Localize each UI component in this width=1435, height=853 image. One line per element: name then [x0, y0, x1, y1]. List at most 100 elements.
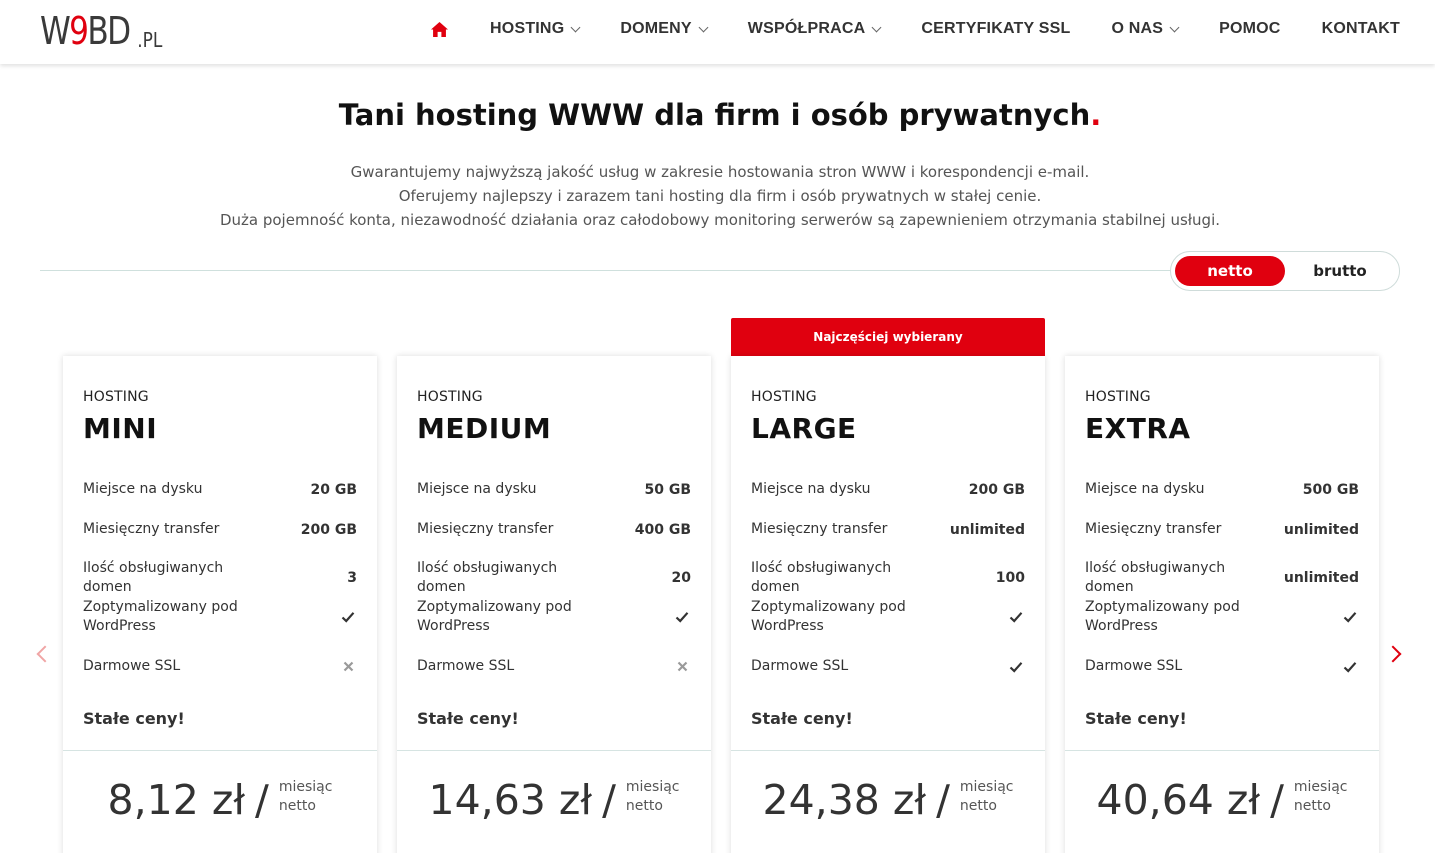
spec-label: Darmowe SSL — [83, 658, 181, 674]
spec-label: Miesięczny transfer — [751, 521, 888, 537]
carousel-next-button[interactable] — [1384, 645, 1403, 663]
feature-mark — [343, 661, 357, 672]
spec-wordpress: Zoptymalizowany pod WordPress — [83, 598, 357, 636]
spec-value: 200 GB — [968, 481, 1025, 498]
nav-certyfikaty-ssl[interactable]: CERTYFIKATY SSL — [921, 20, 1070, 38]
fixed-prices-label: Stałe ceny! — [417, 709, 519, 728]
spec-wordpress: Zoptymalizowany pod WordPress — [751, 598, 1025, 636]
spec-label: Darmowe SSL — [751, 658, 849, 674]
spec-ssl: Darmowe SSL — [83, 657, 357, 676]
plan-name: EXTRA — [1085, 412, 1191, 445]
spec-wordpress: Zoptymalizowany pod WordPress — [1085, 598, 1359, 636]
spec-label: Darmowe SSL — [1085, 658, 1183, 674]
description-line: Oferujemy najlepszy i zarazem tani hosti… — [398, 187, 1042, 205]
fixed-prices-label: Stałe ceny! — [83, 709, 185, 728]
plan-price: 14,63 zł / miesiąc netto — [397, 776, 711, 824]
chevron-down-icon — [871, 22, 882, 32]
spec-label: Miesięczny transfer — [83, 521, 220, 537]
spec-label: Ilość obsługiwanych domen — [751, 560, 892, 595]
fixed-prices-label: Stałe ceny! — [1085, 709, 1187, 728]
nav-kontakt[interactable]: KONTAKT — [1322, 20, 1400, 38]
feature-mark — [341, 610, 357, 624]
feature-mark — [677, 661, 691, 672]
spec-label: Miesięczny transfer — [1085, 521, 1222, 537]
plan-card-mini: HOSTING MINI Miejsce na dysku 20 GB Miesi… — [63, 356, 377, 853]
chevron-down-icon — [1169, 22, 1180, 32]
site-header: W9BD .PL HOSTING DOMENY WSPÓŁPRACA CERTY… — [0, 0, 1435, 64]
spec-domains: Ilość obsługiwanych domen unlimited — [1085, 559, 1359, 597]
card-divider — [397, 750, 711, 751]
price-period: miesiąc netto — [625, 779, 680, 814]
spec-value: unlimited — [949, 521, 1025, 538]
check-icon — [1009, 612, 1023, 623]
spec-value: 50 GB — [644, 481, 691, 498]
nav-o-nas[interactable]: O NAS — [1111, 20, 1180, 38]
logo-wordmark: W9BD — [40, 9, 131, 53]
plan-name: LARGE — [751, 412, 857, 445]
chevron-down-icon — [570, 22, 581, 32]
page-title: Tani hosting WWW dla firm i osób prywatn… — [338, 98, 1102, 132]
cross-icon — [343, 661, 354, 672]
price-amount: 24,38 zł — [762, 776, 927, 824]
plan-card-medium: HOSTING MEDIUM Miejsce na dysku 50 GB Mie… — [397, 356, 711, 853]
spec-wordpress: Zoptymalizowany pod WordPress — [417, 598, 691, 636]
nav-pomoc[interactable]: POMOC — [1219, 20, 1280, 38]
check-icon — [1009, 661, 1023, 673]
spec-label: Miejsce na dysku — [83, 481, 203, 497]
feature-mark — [675, 610, 691, 624]
spec-value: unlimited — [1283, 521, 1359, 538]
card-divider — [63, 750, 377, 751]
check-icon — [341, 612, 355, 623]
price-slash: / — [1270, 776, 1284, 824]
plan-kicker: HOSTING — [751, 389, 817, 405]
card-divider — [731, 750, 1045, 751]
spec-disk: Miejsce na dysku 20 GB — [83, 480, 357, 499]
spec-value: 3 — [347, 570, 357, 586]
spec-label: Zoptymalizowany pod WordPress — [1085, 599, 1240, 634]
cross-icon — [677, 661, 688, 672]
chevron-down-icon — [698, 22, 709, 32]
spec-disk: Miejsce na dysku 500 GB — [1085, 480, 1359, 499]
most-popular-badge: Najczęściej wybierany — [731, 318, 1045, 356]
netto-toggle-button[interactable]: netto — [1175, 256, 1285, 286]
spec-label: Ilość obsługiwanych domen — [1085, 560, 1226, 595]
spec-label: Darmowe SSL — [417, 658, 515, 674]
price-type-toggle: netto brutto — [1170, 251, 1400, 291]
nav-wspolpraca[interactable]: WSPÓŁPRACA — [748, 20, 882, 38]
spec-value: 400 GB — [634, 521, 691, 538]
spec-value: 100 — [995, 570, 1025, 586]
plan-kicker: HOSTING — [417, 389, 483, 405]
price-amount: 14,63 zł — [428, 776, 593, 824]
spec-value: 200 GB — [300, 521, 357, 538]
plan-price: 24,38 zł / miesiąc netto — [731, 776, 1045, 824]
nav-domeny[interactable]: DOMENY — [620, 20, 709, 38]
spec-disk: Miejsce na dysku 50 GB — [417, 480, 691, 499]
spec-value: unlimited — [1283, 570, 1359, 586]
check-icon — [1343, 612, 1357, 623]
brutto-toggle-button[interactable]: brutto — [1285, 256, 1395, 286]
home-icon — [431, 21, 449, 37]
plan-price: 40,64 zł / miesiąc netto — [1065, 776, 1379, 824]
price-period: miesiąc netto — [1293, 779, 1348, 814]
carousel-prev-button[interactable] — [35, 645, 54, 663]
plan-name: MINI — [83, 412, 158, 445]
card-divider — [1065, 750, 1379, 751]
spec-ssl: Darmowe SSL — [417, 657, 691, 676]
spec-transfer: Miesięczny transfer 200 GB — [83, 520, 357, 539]
spec-label: Miejsce na dysku — [417, 481, 537, 497]
check-icon — [675, 612, 689, 623]
spec-label: Ilość obsługiwanych domen — [83, 560, 224, 595]
description-line: Duża pojemność konta, niezawodność dział… — [219, 211, 1221, 229]
nav-hosting[interactable]: HOSTING — [490, 20, 581, 38]
site-logo[interactable]: W9BD .PL — [40, 9, 165, 51]
feature-mark — [1343, 610, 1359, 624]
fixed-prices-label: Stałe ceny! — [751, 709, 853, 728]
price-amount: 8,12 zł — [107, 776, 246, 824]
nav-home[interactable] — [430, 21, 449, 38]
spec-value: 20 GB — [310, 481, 357, 498]
section-divider — [40, 270, 1175, 271]
description-line: Gwarantujemy najwyższą jakość usług w za… — [350, 163, 1090, 181]
spec-disk: Miejsce na dysku 200 GB — [751, 480, 1025, 499]
plan-name: MEDIUM — [417, 412, 552, 445]
plan-kicker: HOSTING — [83, 389, 149, 405]
